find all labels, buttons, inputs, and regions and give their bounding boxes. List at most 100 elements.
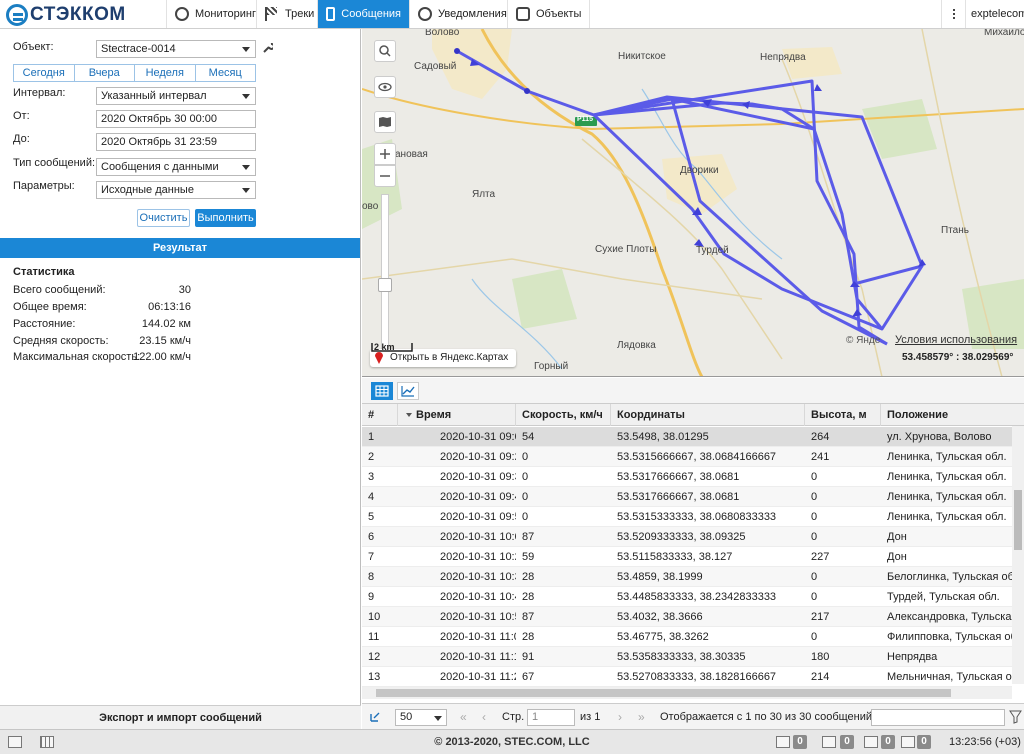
table-cell: 264 — [811, 431, 830, 443]
map-place-label: Турдей — [696, 245, 729, 256]
table-row[interactable]: 9 2020-10-31 10:42:10 28 53.4485833333, 38.… — [362, 587, 1012, 607]
more-menu-button[interactable] — [941, 0, 965, 28]
zoom-slider-handle[interactable] — [378, 278, 392, 292]
table-cell: 3 — [368, 471, 375, 483]
table-cell: 67 — [522, 671, 535, 683]
image-icon[interactable] — [901, 736, 915, 748]
table-vertical-scroll-thumb[interactable] — [1014, 490, 1022, 550]
messages-icon[interactable] — [776, 736, 790, 748]
map-type-button[interactable] — [374, 111, 396, 133]
stat-row: Всего сообщений: 30 — [13, 284, 191, 296]
table-cell: Александровка, Тульская обл. — [887, 611, 1012, 623]
messages-badge: 0 — [793, 735, 807, 749]
app-logo[interactable]: СТЭККОМ — [6, 2, 126, 27]
table-cell: Белоглинка, Тульская обл. — [887, 571, 1012, 583]
table-row[interactable]: 6 2020-10-31 10:08:10 87 53.5209333333, 38.… — [362, 527, 1012, 547]
first-page-button[interactable]: « — [460, 704, 467, 730]
mail-icon[interactable] — [822, 736, 836, 748]
col-header-speed[interactable]: Скорость, км/ч — [516, 404, 611, 426]
table-vertical-scrollbar[interactable] — [1012, 426, 1024, 684]
map-place-label: Непрядва — [760, 52, 806, 63]
table-row[interactable]: 1 2020-10-31 09:04:10 54 53.5498, 38.01295 2… — [362, 427, 1012, 447]
interval-label: Интервал: — [13, 87, 66, 99]
zoom-in-button[interactable] — [374, 143, 396, 165]
col-header-altitude[interactable]: Высота, м — [805, 404, 881, 426]
table-header: # Время Скорость, км/ч Координаты Высота… — [362, 404, 1024, 426]
zoom-out-button[interactable] — [374, 165, 396, 187]
export-import-button[interactable]: Экспорт и импорт сообщений — [0, 705, 361, 729]
map-place-label: Дворики — [680, 165, 719, 176]
interval-select[interactable]: Указанный интервал — [96, 87, 256, 105]
nav-messages[interactable]: Сообщения — [317, 0, 409, 28]
table-cell: Дон — [887, 551, 907, 563]
table-horizontal-scroll-thumb[interactable] — [376, 689, 951, 697]
table-cell: Дон — [887, 531, 907, 543]
map-view[interactable]: Волово Садовый Никитское Непрядва Михайл… — [362, 29, 1024, 377]
nav-monitoring[interactable]: Мониторинг — [166, 0, 264, 28]
table-row[interactable]: 4 2020-10-31 09:48:10 0 53.5317666667, 38.0… — [362, 487, 1012, 507]
top-bar: СТЭККОМ Мониторинг Треки Сообщения Уведо… — [0, 0, 1024, 29]
table-row[interactable]: 5 2020-10-31 09:58:10 0 53.5315333333, 38.0… — [362, 507, 1012, 527]
clear-button[interactable]: Очистить — [137, 209, 190, 227]
clock: 13:23:56 (+03) — [949, 736, 1021, 748]
table-view-button[interactable] — [371, 382, 393, 400]
search-icon — [379, 45, 391, 57]
from-input[interactable]: 2020 Октябрь 30 00:00 — [96, 110, 256, 128]
camera-icon[interactable] — [864, 736, 878, 748]
table-icon — [375, 385, 389, 397]
refresh-icon[interactable] — [368, 710, 382, 724]
table-row[interactable]: 13 2020-10-31 11:26:10 67 53.5270833333, 38… — [362, 667, 1012, 687]
period-yesterday-button[interactable]: Вчера — [75, 65, 135, 81]
nav-notifications[interactable]: Уведомления — [409, 0, 515, 28]
object-select[interactable]: Stectrace-0014 — [96, 40, 256, 58]
filter-icon[interactable] — [1009, 710, 1022, 724]
msgtype-label: Тип сообщений: — [13, 157, 96, 169]
nav-objects[interactable]: Объекты — [507, 0, 591, 28]
mail-badge: 0 — [840, 735, 854, 749]
stat-row: Расстояние: 144.02 км — [13, 318, 191, 330]
table-cell: 53.5209333333, 38.09325 — [617, 531, 746, 543]
wrench-icon[interactable] — [263, 43, 273, 53]
table-row[interactable]: 7 2020-10-31 10:22:10 59 53.5115833333, 38.… — [362, 547, 1012, 567]
table-cell: 2020-10-31 10:08:10 — [440, 531, 516, 543]
filter-input[interactable] — [871, 709, 1005, 726]
table-row[interactable]: 10 2020-10-31 10:52:10 87 53.4032, 38.3666 2… — [362, 607, 1012, 627]
table-cell: 2 — [368, 451, 375, 463]
period-today-button[interactable]: Сегодня — [14, 65, 75, 81]
col-header-coords[interactable]: Координаты — [611, 404, 805, 426]
page-input[interactable]: 1 — [527, 709, 575, 726]
left-panel: Объект: Stectrace-0014 Сегодня Вчера Нед… — [0, 29, 361, 729]
to-input[interactable]: 2020 Октябрь 31 23:59 — [96, 133, 256, 151]
bus-icon — [516, 7, 530, 21]
map-layers-button[interactable] — [374, 76, 396, 98]
run-button[interactable]: Выполнить — [195, 209, 256, 227]
next-page-button[interactable]: › — [618, 704, 622, 730]
table-cell: 28 — [522, 591, 535, 603]
table-cell: 59 — [522, 551, 535, 563]
table-cell: 1 — [368, 431, 375, 443]
params-select[interactable]: Исходные данные — [96, 181, 256, 199]
table-row[interactable]: 12 2020-10-31 11:16:10 91 53.5358333333, 38… — [362, 647, 1012, 667]
stats-title: Статистика — [13, 266, 75, 278]
table-row[interactable]: 3 2020-10-31 09:38:10 0 53.5317666667, 38.0… — [362, 467, 1012, 487]
table-row[interactable]: 8 2020-10-31 10:32:10 28 53.4859, 38.1999 0 Б… — [362, 567, 1012, 587]
prev-page-button[interactable]: ‹ — [482, 704, 486, 730]
last-page-button[interactable]: » — [638, 704, 645, 730]
table-row[interactable]: 11 2020-10-31 11:06:10 28 53.46775, 38.3262… — [362, 627, 1012, 647]
period-month-button[interactable]: Месяц — [196, 65, 256, 81]
map-place-label: Садовый — [414, 61, 457, 72]
chart-view-button[interactable] — [397, 382, 419, 400]
pager-bar: 50 « ‹ Стр. 1 из 1 › » Отображается с 1 … — [362, 703, 1024, 729]
map-search-button[interactable] — [374, 40, 396, 62]
table-cell: Ленинка, Тульская обл. — [887, 451, 1007, 463]
map-terms-link[interactable]: Условия использования — [895, 334, 1017, 346]
nav-tracks[interactable]: Треки — [256, 0, 322, 28]
col-header-index[interactable]: # — [362, 404, 398, 426]
page-size-select[interactable]: 50 — [395, 709, 447, 726]
col-header-time[interactable]: Время — [398, 404, 516, 426]
period-week-button[interactable]: Неделя — [135, 65, 196, 81]
msgtype-select[interactable]: Сообщения с данными — [96, 158, 256, 176]
col-header-location[interactable]: Положение — [881, 404, 1024, 426]
user-name[interactable]: exptelecom — [965, 0, 1024, 28]
table-row[interactable]: 2 2020-10-31 09:28:10 0 53.5315666667, 38.0… — [362, 447, 1012, 467]
